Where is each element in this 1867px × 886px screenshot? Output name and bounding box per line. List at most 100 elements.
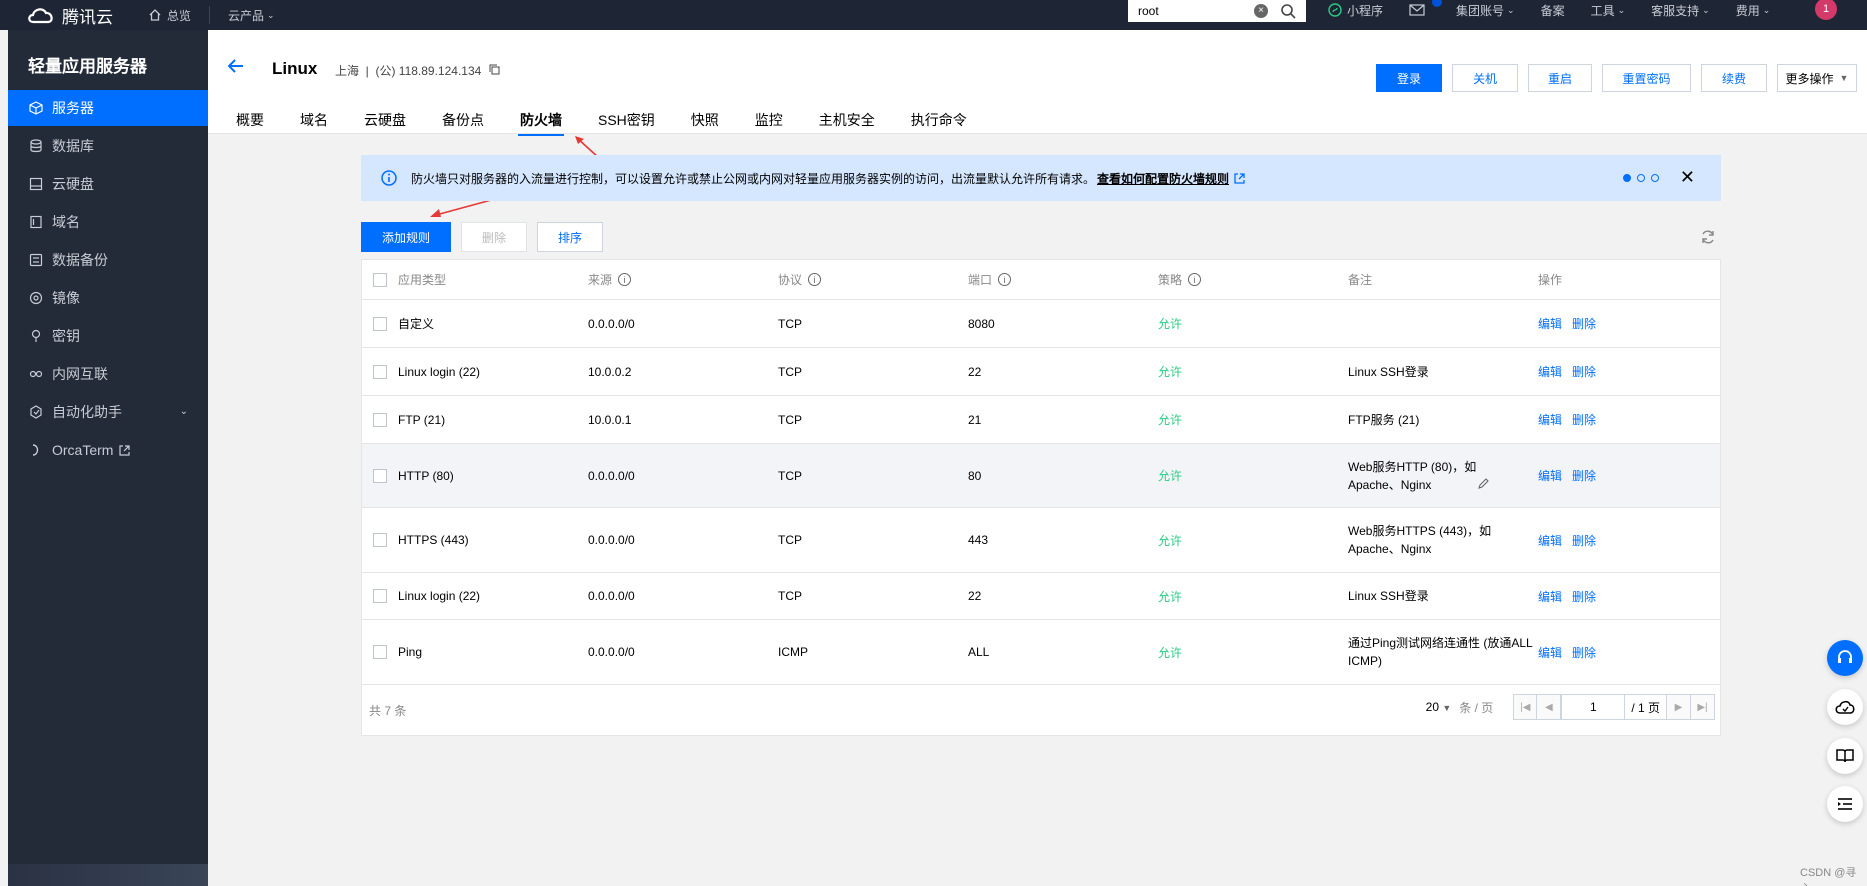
- edit-link[interactable]: 编辑: [1538, 411, 1562, 428]
- sidebar-item-disk[interactable]: 云硬盘: [8, 166, 208, 202]
- delete-button[interactable]: 删除: [461, 222, 527, 252]
- cell-note: FTP服务 (21): [1348, 412, 1420, 427]
- external-link-icon: [119, 444, 131, 456]
- help-icon[interactable]: i: [618, 273, 632, 286]
- carousel-dot[interactable]: [1651, 174, 1659, 182]
- tab-backup[interactable]: 备份点: [442, 110, 484, 134]
- sidebar-item-orcaterm[interactable]: OrcaTerm: [8, 432, 208, 468]
- first-page-button[interactable]: |◀: [1513, 694, 1538, 720]
- row-checkbox[interactable]: [373, 645, 387, 659]
- page-size-select[interactable]: 20 ▼: [1426, 700, 1452, 714]
- backup-icon: [28, 252, 44, 268]
- cell-source: 0.0.0.0/0: [588, 316, 635, 331]
- carousel-dot[interactable]: [1637, 174, 1645, 182]
- next-page-button[interactable]: ▶: [1667, 694, 1691, 720]
- edit-link[interactable]: 编辑: [1538, 363, 1562, 380]
- renew-button[interactable]: 续费: [1701, 64, 1767, 92]
- row-checkbox[interactable]: [373, 533, 387, 547]
- more-actions-button[interactable]: 更多操作 ▼: [1777, 64, 1857, 92]
- tab-overview[interactable]: 概要: [236, 110, 264, 134]
- prev-page-button[interactable]: ◀: [1537, 694, 1562, 720]
- clear-icon[interactable]: ×: [1254, 4, 1268, 18]
- edit-link[interactable]: 编辑: [1538, 644, 1562, 661]
- close-icon[interactable]: ✕: [1680, 167, 1695, 188]
- col-protocol: 协议 i: [778, 271, 968, 288]
- nav-products[interactable]: 云产品 ⌄: [228, 7, 275, 24]
- top-search-input[interactable]: root ×: [1128, 0, 1306, 22]
- row-checkbox[interactable]: [373, 412, 387, 427]
- carousel-dot[interactable]: [1623, 174, 1631, 182]
- total-count: 共 7 条: [369, 703, 407, 718]
- row-checkbox[interactable]: [373, 468, 387, 483]
- search-icon[interactable]: [1280, 3, 1296, 19]
- last-page-button[interactable]: ▶|: [1691, 694, 1715, 720]
- external-link-icon[interactable]: [1234, 172, 1245, 184]
- delete-link[interactable]: 删除: [1572, 315, 1596, 332]
- restart-button[interactable]: 重启: [1528, 64, 1592, 92]
- sidebar-item-domain[interactable]: 域名: [8, 204, 208, 240]
- row-checkbox[interactable]: [373, 316, 387, 331]
- sort-button[interactable]: 排序: [537, 222, 603, 252]
- nav-overview[interactable]: 总览: [148, 7, 191, 24]
- delete-link[interactable]: 删除: [1572, 588, 1596, 605]
- info-icon: [381, 170, 397, 186]
- help-icon[interactable]: i: [1188, 273, 1202, 286]
- page-input[interactable]: 1: [1561, 694, 1626, 720]
- top-item-support[interactable]: 客服支持 ⌄: [1651, 2, 1710, 19]
- tab-ssh-key[interactable]: SSH密钥: [598, 110, 655, 134]
- edit-link[interactable]: 编辑: [1538, 315, 1562, 332]
- edit-link[interactable]: 编辑: [1538, 588, 1562, 605]
- top-item-group-account[interactable]: 集团账号 ⌄: [1409, 2, 1515, 19]
- row-checkbox[interactable]: [373, 364, 387, 379]
- top-item-billing[interactable]: 费用 ⌄: [1736, 2, 1771, 19]
- delete-link[interactable]: 删除: [1572, 411, 1596, 428]
- top-item-tools[interactable]: 工具 ⌄: [1591, 2, 1626, 19]
- add-rule-button[interactable]: 添加规则: [361, 222, 451, 252]
- delete-link[interactable]: 删除: [1572, 532, 1596, 549]
- sidebar-item-database[interactable]: 数据库: [8, 128, 208, 164]
- tab-disk[interactable]: 云硬盘: [364, 110, 406, 134]
- cell-type: 自定义: [398, 317, 435, 331]
- delete-link[interactable]: 删除: [1572, 467, 1596, 484]
- login-button[interactable]: 登录: [1376, 64, 1442, 92]
- sidebar-item-key[interactable]: 密钥: [8, 318, 208, 354]
- edit-link[interactable]: 编辑: [1538, 532, 1562, 549]
- sidebar-item-image[interactable]: 镜像: [8, 280, 208, 316]
- tab-domain[interactable]: 域名: [300, 110, 328, 134]
- edit-link[interactable]: 编辑: [1538, 467, 1562, 484]
- sidebar-item-label: 域名: [52, 214, 80, 230]
- tab-monitor[interactable]: 监控: [755, 110, 783, 134]
- notice-link[interactable]: 查看如何配置防火墙规则: [1097, 170, 1229, 187]
- tab-host-security[interactable]: 主机安全: [819, 110, 875, 134]
- brand-name: 腾讯云: [62, 7, 113, 27]
- help-icon[interactable]: i: [998, 273, 1012, 286]
- miniprogram-icon: [1328, 3, 1342, 17]
- cloud-button[interactable]: [1827, 689, 1863, 725]
- customer-service-button[interactable]: [1827, 640, 1863, 676]
- reset-password-button[interactable]: 重置密码: [1602, 64, 1691, 92]
- sidebar-item-automation[interactable]: 自动化助手 ⌄: [8, 394, 208, 430]
- delete-link[interactable]: 删除: [1572, 363, 1596, 380]
- select-all-checkbox[interactable]: [373, 272, 387, 287]
- top-item-filing[interactable]: 备案: [1541, 2, 1565, 19]
- sidebar-item-network[interactable]: 内网互联: [8, 356, 208, 392]
- pencil-icon[interactable]: [1478, 478, 1489, 489]
- cell-note: Linux SSH登录: [1348, 589, 1429, 603]
- col-policy-label: 策略: [1158, 273, 1183, 287]
- menu-button[interactable]: [1827, 786, 1863, 822]
- copy-icon[interactable]: [489, 64, 500, 75]
- top-item-miniprogram[interactable]: 小程序: [1328, 2, 1383, 19]
- shutdown-button[interactable]: 关机: [1452, 64, 1518, 92]
- back-arrow-icon[interactable]: [227, 57, 244, 78]
- tab-snapshot[interactable]: 快照: [691, 110, 719, 134]
- sidebar-item-backup[interactable]: 数据备份: [8, 242, 208, 278]
- refresh-icon[interactable]: [1700, 229, 1716, 245]
- docs-button[interactable]: [1827, 738, 1863, 774]
- sidebar-item-server[interactable]: 服务器: [8, 90, 208, 126]
- brand-logo[interactable]: 腾讯云: [0, 3, 148, 28]
- row-checkbox[interactable]: [373, 589, 387, 603]
- tab-firewall[interactable]: 防火墙: [518, 110, 564, 136]
- help-icon[interactable]: i: [808, 273, 822, 286]
- tab-run-command[interactable]: 执行命令: [911, 110, 967, 134]
- delete-link[interactable]: 删除: [1572, 644, 1596, 661]
